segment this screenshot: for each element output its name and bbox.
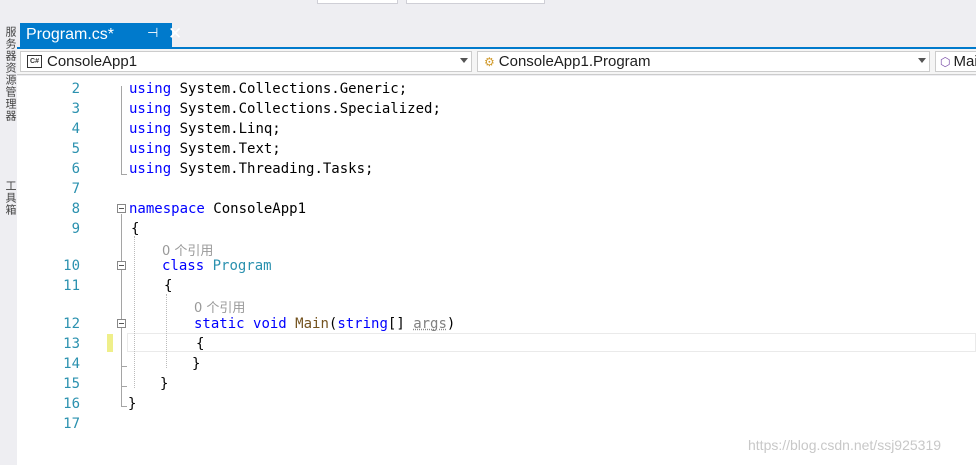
code-line: namespace ConsoleApp1 xyxy=(129,201,306,217)
parameter-name: args xyxy=(413,316,447,332)
csharp-project-icon: C# xyxy=(27,55,42,68)
line-number: 11 xyxy=(63,278,80,294)
type-label: ConsoleApp1.Program xyxy=(498,53,651,70)
keyword: using xyxy=(129,121,172,137)
reference-count-hint[interactable]: 0 个引用 xyxy=(162,240,213,259)
member-label: Main xyxy=(953,53,976,70)
collapse-namespace-icon[interactable] xyxy=(117,204,126,213)
class-icon: ⚙ xyxy=(484,54,495,69)
collapse-method-icon[interactable] xyxy=(117,319,126,328)
class-name: Program xyxy=(212,258,272,274)
toolbar-strip xyxy=(0,0,976,22)
outline-end-marker xyxy=(121,406,127,407)
watermark: https://blog.csdn.net/ssj925319 xyxy=(748,437,942,453)
line-number: 9 xyxy=(71,221,80,237)
chevron-down-icon xyxy=(918,58,926,63)
navigation-bar: C# ConsoleApp1 ⚙ ConsoleApp1.Program ⬡ M… xyxy=(17,49,976,75)
current-line-highlight xyxy=(127,333,976,352)
line-number: 14 xyxy=(63,356,80,372)
code-brace: } xyxy=(160,376,169,392)
line-number: 17 xyxy=(63,416,80,432)
collapse-class-icon[interactable] xyxy=(117,261,126,270)
brackets: [] xyxy=(387,316,414,332)
type-dropdown[interactable]: ⚙ ConsoleApp1.Program xyxy=(477,51,930,72)
code-brace: { xyxy=(131,221,140,237)
keyword: void xyxy=(253,316,287,332)
reference-count-hint[interactable]: 0 个引用 xyxy=(194,297,245,316)
code-brace: } xyxy=(128,396,137,412)
using-block-outline xyxy=(121,86,122,174)
keyword: using xyxy=(129,161,172,177)
namespace-name: ConsoleApp1 xyxy=(213,201,307,217)
left-margin xyxy=(17,76,41,465)
code-line: using System.Linq; xyxy=(129,121,281,137)
line-number: 13 xyxy=(63,336,80,352)
line-number: 2 xyxy=(71,81,80,97)
close-icon[interactable]: ✕ xyxy=(168,24,182,44)
line-number: 7 xyxy=(71,181,80,197)
code-brace: { xyxy=(164,278,173,294)
keyword: class xyxy=(162,258,205,274)
member-dropdown[interactable]: ⬡ Main xyxy=(935,51,976,72)
code-line: class Program xyxy=(162,258,272,274)
chevron-down-icon xyxy=(460,58,468,63)
server-explorer-tab[interactable]: 服务器资源管理器 xyxy=(2,26,18,122)
keyword: using xyxy=(129,81,172,97)
tab-program-cs[interactable]: Program.cs* ⊣ ✕ xyxy=(20,23,182,47)
line-number: 3 xyxy=(71,101,80,117)
line-number: 6 xyxy=(71,161,80,177)
keyword: string xyxy=(337,316,388,332)
side-tool-strip: 服务器资源管理器 工具箱 xyxy=(0,22,17,465)
method-name: Main xyxy=(295,316,329,332)
namespace-ref: System.Collections.Generic; xyxy=(179,81,408,97)
code-line: using System.Collections.Specialized; xyxy=(129,101,441,117)
project-dropdown[interactable]: C# ConsoleApp1 xyxy=(20,51,472,72)
toolbar-combo-1[interactable] xyxy=(317,0,398,4)
pin-icon[interactable]: ⊣ xyxy=(147,26,158,41)
paren: ) xyxy=(446,316,456,332)
outline-end-marker xyxy=(121,174,127,175)
line-number: 8 xyxy=(71,201,80,217)
code-brace: } xyxy=(192,356,201,372)
keyword: static xyxy=(194,316,245,332)
code-line: using System.Threading.Tasks; xyxy=(129,161,373,177)
indent-guide xyxy=(134,236,135,388)
namespace-outline xyxy=(121,214,122,406)
namespace-ref: System.Threading.Tasks; xyxy=(179,161,374,177)
outline-end-marker xyxy=(121,386,127,387)
code-line: using System.Text; xyxy=(129,141,281,157)
indent-guide xyxy=(166,294,167,368)
line-number: 16 xyxy=(63,396,80,412)
code-brace: { xyxy=(196,336,205,352)
keyword: namespace xyxy=(129,201,205,217)
outline-end-marker xyxy=(121,366,127,367)
change-indicator xyxy=(107,334,113,352)
line-number: 4 xyxy=(71,121,80,137)
project-label: ConsoleApp1 xyxy=(47,53,138,70)
line-number: 15 xyxy=(63,376,80,392)
tab-title: Program.cs* xyxy=(26,26,115,43)
keyword: using xyxy=(129,101,172,117)
toolbar-combo-2[interactable] xyxy=(406,0,545,4)
line-number: 10 xyxy=(63,258,80,274)
code-line: using System.Collections.Generic; xyxy=(129,81,407,97)
keyword: using xyxy=(129,141,172,157)
namespace-ref: System.Collections.Specialized; xyxy=(179,101,441,117)
code-line: static void Main(string[] args) xyxy=(194,316,455,332)
namespace-ref: System.Linq; xyxy=(179,121,281,137)
toolbox-tab[interactable]: 工具箱 xyxy=(2,180,18,216)
namespace-ref: System.Text; xyxy=(179,141,281,157)
line-number: 12 xyxy=(63,316,80,332)
line-number: 5 xyxy=(71,141,80,157)
method-icon: ⬡ xyxy=(940,54,951,69)
